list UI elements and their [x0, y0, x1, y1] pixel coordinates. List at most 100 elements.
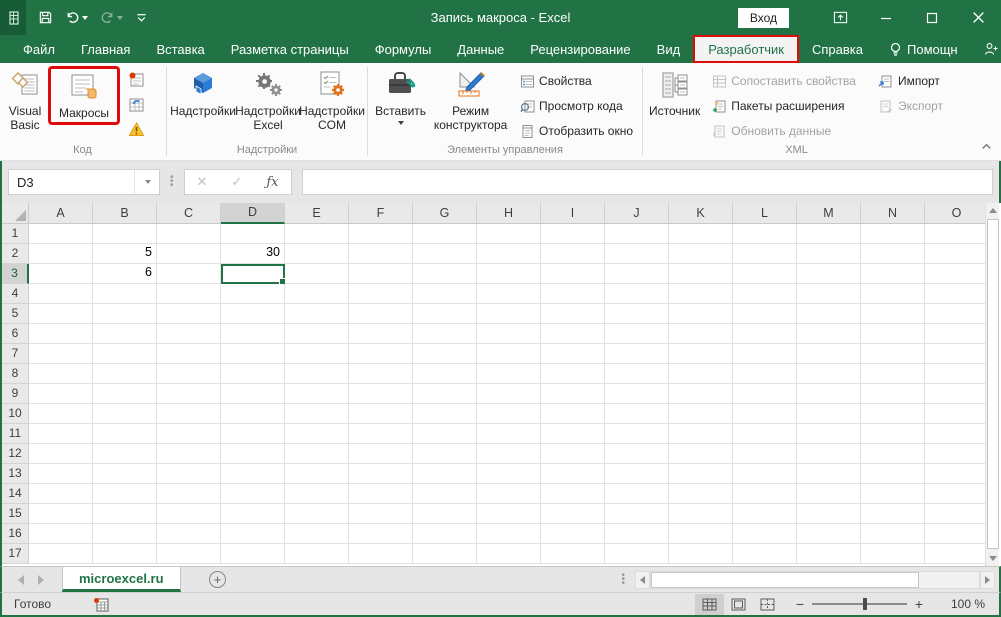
- macro-security-warning-icon[interactable]: [124, 117, 148, 141]
- cell-J15[interactable]: [605, 504, 669, 524]
- cell-N16[interactable]: [861, 524, 925, 544]
- cell-I2[interactable]: [541, 244, 605, 264]
- cell-H16[interactable]: [477, 524, 541, 544]
- cell-A12[interactable]: [29, 444, 93, 464]
- cell-E14[interactable]: [285, 484, 349, 504]
- xml-source-button[interactable]: Источник: [646, 65, 703, 118]
- cell-D17[interactable]: [221, 544, 285, 564]
- row-header-11[interactable]: 11: [2, 424, 29, 444]
- cell-N2[interactable]: [861, 244, 925, 264]
- cell-B3[interactable]: 6: [93, 264, 157, 284]
- excel-addins-button[interactable]: Надстройки Excel: [235, 65, 301, 132]
- cell-J11[interactable]: [605, 424, 669, 444]
- cell-L16[interactable]: [733, 524, 797, 544]
- cell-B9[interactable]: [93, 384, 157, 404]
- cell-J9[interactable]: [605, 384, 669, 404]
- cell-B13[interactable]: [93, 464, 157, 484]
- scroll-left-icon[interactable]: [635, 570, 650, 589]
- cell-A2[interactable]: [29, 244, 93, 264]
- tab-справка[interactable]: Справка: [799, 35, 876, 63]
- cell-L1[interactable]: [733, 224, 797, 244]
- cell-O4[interactable]: [925, 284, 989, 304]
- cell-E15[interactable]: [285, 504, 349, 524]
- cell-D7[interactable]: [221, 344, 285, 364]
- formula-bar-splitter[interactable]: • • •: [170, 173, 174, 191]
- vertical-scrollbar-thumb[interactable]: [987, 219, 999, 549]
- zoom-out-icon[interactable]: −: [790, 596, 810, 612]
- cell-B4[interactable]: [93, 284, 157, 304]
- cell-N17[interactable]: [861, 544, 925, 564]
- cell-G9[interactable]: [413, 384, 477, 404]
- cell-C7[interactable]: [157, 344, 221, 364]
- cell-D16[interactable]: [221, 524, 285, 544]
- cell-I5[interactable]: [541, 304, 605, 324]
- cell-B1[interactable]: [93, 224, 157, 244]
- cell-G2[interactable]: [413, 244, 477, 264]
- cell-E1[interactable]: [285, 224, 349, 244]
- cell-K9[interactable]: [669, 384, 733, 404]
- cell-K7[interactable]: [669, 344, 733, 364]
- cell-F15[interactable]: [349, 504, 413, 524]
- map-properties-button[interactable]: Сопоставить свойства: [707, 69, 860, 93]
- cell-H13[interactable]: [477, 464, 541, 484]
- new-sheet-plus-icon[interactable]: +: [199, 567, 237, 592]
- cell-J7[interactable]: [605, 344, 669, 364]
- cell-I10[interactable]: [541, 404, 605, 424]
- cell-C6[interactable]: [157, 324, 221, 344]
- cell-C15[interactable]: [157, 504, 221, 524]
- cell-I16[interactable]: [541, 524, 605, 544]
- cell-M11[interactable]: [797, 424, 861, 444]
- cell-K3[interactable]: [669, 264, 733, 284]
- tab-поделиться[interactable]: Поделиться: [971, 35, 1001, 63]
- expansion-packs-button[interactable]: Пакеты расширения: [707, 94, 860, 118]
- cell-I12[interactable]: [541, 444, 605, 464]
- tab-вставка[interactable]: Вставка: [143, 35, 217, 63]
- cell-M8[interactable]: [797, 364, 861, 384]
- save-icon[interactable]: [34, 8, 57, 27]
- cell-N1[interactable]: [861, 224, 925, 244]
- cell-C10[interactable]: [157, 404, 221, 424]
- tab-помощн[interactable]: Помощн: [876, 35, 971, 63]
- cell-K10[interactable]: [669, 404, 733, 424]
- cell-M17[interactable]: [797, 544, 861, 564]
- horizontal-scrollbar-track[interactable]: [650, 570, 980, 589]
- tab-формулы[interactable]: Формулы: [362, 35, 445, 63]
- confirm-entry-icon[interactable]: ✓: [231, 174, 242, 190]
- cell-O14[interactable]: [925, 484, 989, 504]
- cell-H17[interactable]: [477, 544, 541, 564]
- cell-K12[interactable]: [669, 444, 733, 464]
- cell-M15[interactable]: [797, 504, 861, 524]
- cell-C8[interactable]: [157, 364, 221, 384]
- cell-F8[interactable]: [349, 364, 413, 384]
- cell-O1[interactable]: [925, 224, 989, 244]
- record-macro-icon[interactable]: [124, 67, 148, 91]
- cell-H10[interactable]: [477, 404, 541, 424]
- cell-D1[interactable]: [221, 224, 285, 244]
- cell-A13[interactable]: [29, 464, 93, 484]
- cell-B15[interactable]: [93, 504, 157, 524]
- cell-L2[interactable]: [733, 244, 797, 264]
- cell-D14[interactable]: [221, 484, 285, 504]
- cell-H9[interactable]: [477, 384, 541, 404]
- cell-N5[interactable]: [861, 304, 925, 324]
- cell-C9[interactable]: [157, 384, 221, 404]
- cell-I11[interactable]: [541, 424, 605, 444]
- row-header-4[interactable]: 4: [2, 284, 29, 304]
- column-header-O[interactable]: O: [925, 203, 989, 224]
- tab-разметка-страницы[interactable]: Разметка страницы: [218, 35, 362, 63]
- cell-F16[interactable]: [349, 524, 413, 544]
- cell-L14[interactable]: [733, 484, 797, 504]
- cell-F3[interactable]: [349, 264, 413, 284]
- scroll-right-icon[interactable]: [980, 570, 995, 589]
- cell-O13[interactable]: [925, 464, 989, 484]
- macros-button[interactable]: Макросы: [48, 66, 120, 125]
- cell-L12[interactable]: [733, 444, 797, 464]
- cell-G7[interactable]: [413, 344, 477, 364]
- row-header-8[interactable]: 8: [2, 364, 29, 384]
- cell-K4[interactable]: [669, 284, 733, 304]
- cell-G14[interactable]: [413, 484, 477, 504]
- column-header-K[interactable]: K: [669, 203, 733, 224]
- column-header-F[interactable]: F: [349, 203, 413, 224]
- cell-N10[interactable]: [861, 404, 925, 424]
- cell-L5[interactable]: [733, 304, 797, 324]
